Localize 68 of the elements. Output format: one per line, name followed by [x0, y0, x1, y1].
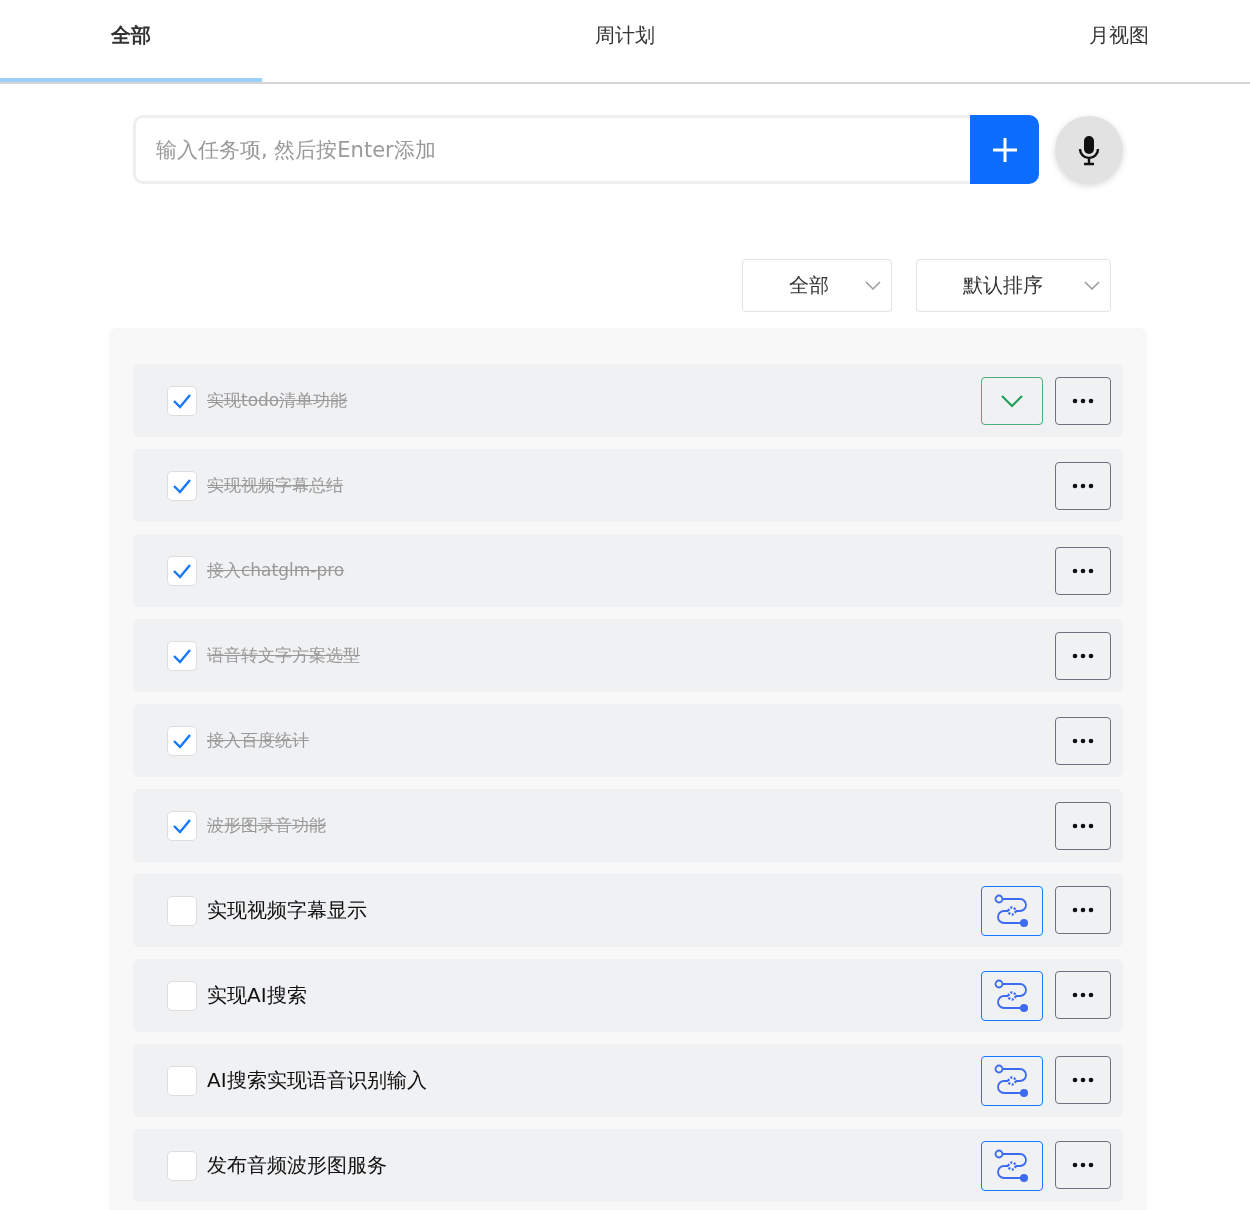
checkbox[interactable]	[167, 980, 197, 1011]
more-options-button[interactable]	[1055, 376, 1111, 425]
filter-dropdown[interactable]: 默认排序	[916, 259, 1111, 312]
checkbox[interactable]	[167, 555, 197, 586]
workflow-icon	[994, 1063, 1030, 1098]
microphone-button[interactable]	[1055, 115, 1123, 184]
checkbox[interactable]	[167, 895, 197, 926]
more-options-button[interactable]	[1055, 716, 1111, 765]
workflow-icon	[994, 1148, 1030, 1183]
ellipsis-icon	[1072, 652, 1094, 659]
workflow-icon	[994, 893, 1030, 928]
confirm-button[interactable]	[981, 376, 1043, 425]
ellipsis-icon	[1072, 1161, 1094, 1168]
checkbox[interactable]	[167, 470, 197, 501]
more-options-button[interactable]	[1055, 885, 1111, 934]
checkmark-icon	[172, 732, 192, 749]
checkbox[interactable]	[167, 725, 197, 756]
filter-dropdown[interactable]: 全部	[742, 259, 892, 312]
ellipsis-icon	[1072, 737, 1094, 744]
checkbox[interactable]	[167, 640, 197, 671]
ellipsis-icon	[1072, 567, 1094, 574]
task-title: 实现视频字幕显示	[207, 897, 368, 924]
ellipsis-icon	[1072, 482, 1094, 489]
task-title: 语音转文字方案选型	[207, 644, 361, 667]
workflow-button[interactable]	[981, 885, 1043, 936]
ellipsis-icon	[1072, 397, 1094, 404]
checkbox[interactable]	[167, 1065, 197, 1096]
ellipsis-icon	[1072, 1076, 1094, 1083]
task-title: 实现AI搜索	[207, 982, 308, 1009]
more-options-button[interactable]	[1055, 1140, 1111, 1189]
more-options-button[interactable]	[1055, 631, 1111, 680]
microphone-icon	[1077, 133, 1101, 166]
checkbox[interactable]	[167, 385, 197, 416]
ellipsis-icon	[1072, 991, 1094, 998]
more-options-button[interactable]	[1055, 970, 1111, 1019]
task-title: 发布音频波形图服务	[207, 1152, 388, 1179]
workflow-icon	[994, 978, 1030, 1013]
tab[interactable]: 全部	[0, 0, 262, 82]
ellipsis-icon	[1072, 906, 1094, 913]
task-title: 实现视频字幕总结	[207, 474, 344, 497]
add-button[interactable]	[970, 115, 1039, 184]
workflow-button[interactable]	[981, 970, 1043, 1021]
checkmark-icon	[172, 817, 192, 834]
checkmark-icon	[172, 647, 192, 664]
checkmark-icon	[172, 562, 192, 579]
checkmark-icon	[1000, 393, 1024, 408]
plus-icon	[990, 135, 1019, 164]
task-title: 实现todo清单功能	[207, 389, 349, 412]
more-options-button[interactable]	[1055, 1055, 1111, 1104]
task-title: 波形图录音功能	[207, 814, 327, 837]
task-title: 接入百度统计	[207, 729, 310, 752]
task-title: AI搜索实现语音识别输入	[207, 1067, 428, 1094]
workflow-button[interactable]	[981, 1055, 1043, 1106]
chevron-down-icon	[865, 280, 881, 291]
workflow-button[interactable]	[981, 1140, 1043, 1191]
checkbox[interactable]	[167, 1150, 197, 1181]
checkmark-icon	[172, 477, 192, 494]
chevron-down-icon	[1084, 280, 1100, 291]
more-options-button[interactable]	[1055, 801, 1111, 850]
tab[interactable]: 周计划	[494, 0, 756, 82]
checkmark-icon	[172, 392, 192, 409]
task-title: 接入chatglm-pro	[207, 559, 346, 582]
tab[interactable]: 月视图	[988, 0, 1250, 82]
task-input-field[interactable]: 输入任务项, 然后按Enter添加	[133, 115, 970, 184]
more-options-button[interactable]	[1055, 461, 1111, 510]
ellipsis-icon	[1072, 822, 1094, 829]
more-options-button[interactable]	[1055, 546, 1111, 595]
checkbox[interactable]	[167, 810, 197, 841]
